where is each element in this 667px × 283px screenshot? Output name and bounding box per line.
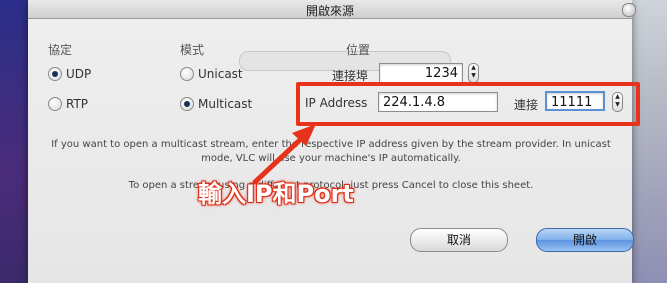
annotation-arrow-icon [252, 124, 316, 185]
annotation-text: 輸入IP和Port [198, 180, 354, 208]
